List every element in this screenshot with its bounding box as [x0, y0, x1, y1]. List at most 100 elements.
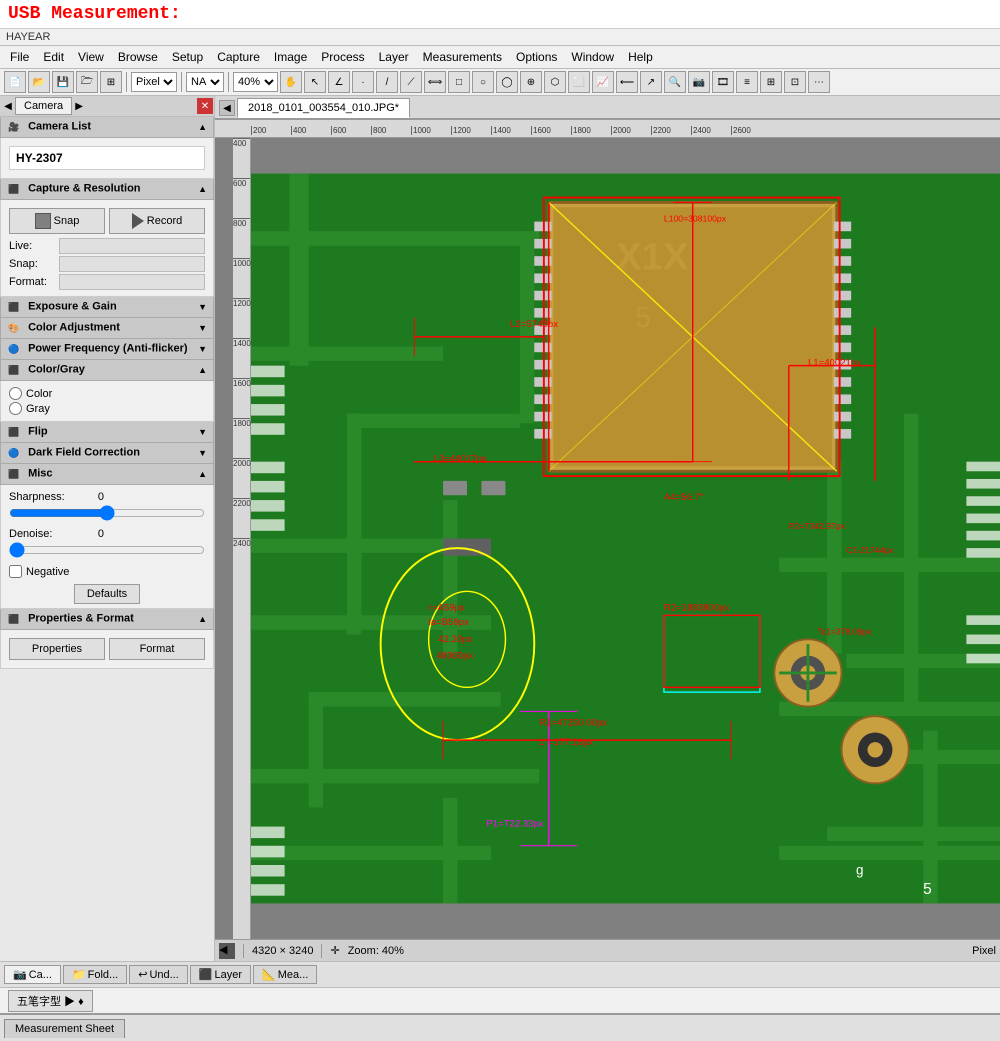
- polygon-btn[interactable]: ⬡: [544, 71, 566, 93]
- panel-nav-left[interactable]: ◀: [1, 99, 15, 113]
- power-freq-header[interactable]: 🔵 Power Frequency (Anti-flicker) ▼: [0, 339, 214, 360]
- camera-tab[interactable]: Camera: [15, 97, 72, 115]
- film-btn[interactable]: 🎞: [712, 71, 734, 93]
- menu-layer[interactable]: Layer: [373, 48, 415, 66]
- menu-setup[interactable]: Setup: [166, 48, 209, 66]
- grid-btn[interactable]: ⊞: [100, 71, 122, 93]
- ruler-v-1000: 1000: [233, 258, 250, 298]
- scale-btn[interactable]: ⟵: [616, 71, 638, 93]
- menu-window[interactable]: Window: [565, 48, 620, 66]
- dot-btn[interactable]: ·: [352, 71, 374, 93]
- scroll-left-btn[interactable]: ◀: [219, 943, 235, 959]
- ruler-mark-800: 800: [371, 126, 411, 135]
- pixel-status: Pixel: [972, 945, 996, 957]
- capture-header[interactable]: ⬛ Capture & Resolution ▲: [0, 179, 214, 200]
- align-btn[interactable]: ≡: [736, 71, 758, 93]
- na-select[interactable]: NA: [186, 72, 224, 92]
- title-bar: USB Measurement:: [0, 0, 1000, 29]
- menu-help[interactable]: Help: [622, 48, 659, 66]
- menu-file[interactable]: File: [4, 48, 35, 66]
- panel-nav-right[interactable]: ▶: [72, 99, 86, 113]
- ime-button[interactable]: 五笔字型 ▶ ♦: [8, 990, 93, 1012]
- circle-btn[interactable]: ○: [472, 71, 494, 93]
- measure-tab-label: Mea...: [278, 969, 309, 981]
- bottom-tab-camera[interactable]: 📷 Ca...: [4, 965, 61, 984]
- menu-options[interactable]: Options: [510, 48, 563, 66]
- misc-header[interactable]: ⬛ Misc ▲: [0, 464, 214, 485]
- save-btn[interactable]: 💾: [52, 71, 74, 93]
- image-tab[interactable]: 2018_0101_003554_010.JPG*: [237, 98, 410, 118]
- props-buttons: Properties Format: [9, 638, 205, 660]
- ruler-mark-2200: 2200: [651, 126, 691, 135]
- ruler-mark-200: 200: [251, 126, 291, 135]
- flip-header[interactable]: ⬛ Flip ▼: [0, 422, 214, 443]
- measure-btn[interactable]: ⟺: [424, 71, 446, 93]
- gray-radio[interactable]: [9, 402, 22, 415]
- camera-tab-label: Ca...: [29, 969, 52, 981]
- svg-text:Tc1=378.06px: Tc1=378.06px: [818, 627, 873, 637]
- snap-btn[interactable]: Snap: [9, 208, 105, 234]
- menu-browse[interactable]: Browse: [112, 48, 164, 66]
- svg-text:5: 5: [635, 302, 651, 334]
- properties-btn[interactable]: Properties: [9, 638, 105, 660]
- app-header: HAYEAR: [0, 29, 1000, 46]
- pixel-select[interactable]: Pixel: [131, 72, 177, 92]
- menu-process[interactable]: Process: [315, 48, 370, 66]
- ruler-mark-2400: 2400: [691, 126, 731, 135]
- menu-capture[interactable]: Capture: [211, 48, 266, 66]
- polyline-btn[interactable]: ⟋: [400, 71, 422, 93]
- power-freq-icon: 🔵: [7, 342, 21, 356]
- misc-btn[interactable]: ⋯: [808, 71, 830, 93]
- measurement-sheet-tab[interactable]: Measurement Sheet: [4, 1019, 125, 1038]
- ellipse-btn[interactable]: ◯: [496, 71, 518, 93]
- line-btn[interactable]: /: [376, 71, 398, 93]
- zoom-in-btn[interactable]: 🔍: [664, 71, 686, 93]
- defaults-btn[interactable]: Defaults: [74, 584, 140, 604]
- bottom-tab-undo[interactable]: ↩ Und...: [129, 965, 188, 984]
- bottom-tab-layer[interactable]: ⬛ Layer: [190, 965, 251, 984]
- open-btn[interactable]: 📂: [28, 71, 50, 93]
- camera-list-label: Camera List: [28, 121, 91, 133]
- menu-edit[interactable]: Edit: [37, 48, 70, 66]
- sharpness-slider[interactable]: [9, 505, 205, 521]
- target-btn[interactable]: ⊕: [520, 71, 542, 93]
- image-dimensions: 4320 × 3240: [252, 945, 313, 957]
- props-format-label: Properties & Format: [28, 613, 134, 625]
- right-area: ◀ 2018_0101_003554_010.JPG* 200 400 600 …: [215, 96, 1000, 961]
- arrow-btn[interactable]: ↗: [640, 71, 662, 93]
- svg-text:L2=5746px: L2=5746px: [510, 319, 558, 330]
- new-btn[interactable]: 📄: [4, 71, 26, 93]
- bottom-tab-folder[interactable]: 📁 Fold...: [63, 965, 127, 984]
- rect-btn[interactable]: □: [448, 71, 470, 93]
- camera-list-header[interactable]: 🎥 Camera List ▲: [0, 117, 214, 138]
- image-area[interactable]: 200 400 600 800 1000 1200 1400 1600 1800…: [215, 120, 1000, 939]
- denoise-slider[interactable]: [9, 542, 205, 558]
- format-btn[interactable]: Format: [109, 638, 205, 660]
- grid2-btn[interactable]: ⊞: [760, 71, 782, 93]
- menu-image[interactable]: Image: [268, 48, 313, 66]
- dark-field-header[interactable]: 🔵 Dark Field Correction ▼: [0, 443, 214, 464]
- zoom-select[interactable]: 40%: [233, 72, 278, 92]
- camera-btn[interactable]: 📷: [688, 71, 710, 93]
- canvas-area[interactable]: 400 600 800 1000 1200 1400 1600 1800 200…: [233, 138, 1000, 939]
- menu-view[interactable]: View: [72, 48, 110, 66]
- negative-checkbox[interactable]: [9, 565, 22, 578]
- region-btn[interactable]: ⬜: [568, 71, 590, 93]
- exposure-header[interactable]: ⬛ Exposure & Gain ▼: [0, 297, 214, 318]
- color-adj-header[interactable]: 🎨 Color Adjustment ▼: [0, 318, 214, 339]
- profile-btn[interactable]: 📈: [592, 71, 614, 93]
- color-gray-header[interactable]: ⬛ Color/Gray ▲: [0, 360, 214, 381]
- calib-btn[interactable]: ⊡: [784, 71, 806, 93]
- tab-prev-btn[interactable]: ◀: [219, 100, 235, 116]
- bottom-tab-measure[interactable]: 📐 Mea...: [253, 965, 317, 984]
- record-btn[interactable]: Record: [109, 208, 205, 234]
- folder-btn[interactable]: 🗁: [76, 71, 98, 93]
- cursor-btn[interactable]: ↖: [304, 71, 326, 93]
- panel-close-btn[interactable]: ✕: [197, 98, 213, 114]
- color-radio[interactable]: [9, 387, 22, 400]
- angle-btn[interactable]: ∠: [328, 71, 350, 93]
- hand-btn[interactable]: ✋: [280, 71, 302, 93]
- svg-text:42.20px: 42.20px: [438, 634, 472, 645]
- menu-measurements[interactable]: Measurements: [417, 48, 508, 66]
- props-format-header[interactable]: ⬛ Properties & Format ▲: [0, 609, 214, 630]
